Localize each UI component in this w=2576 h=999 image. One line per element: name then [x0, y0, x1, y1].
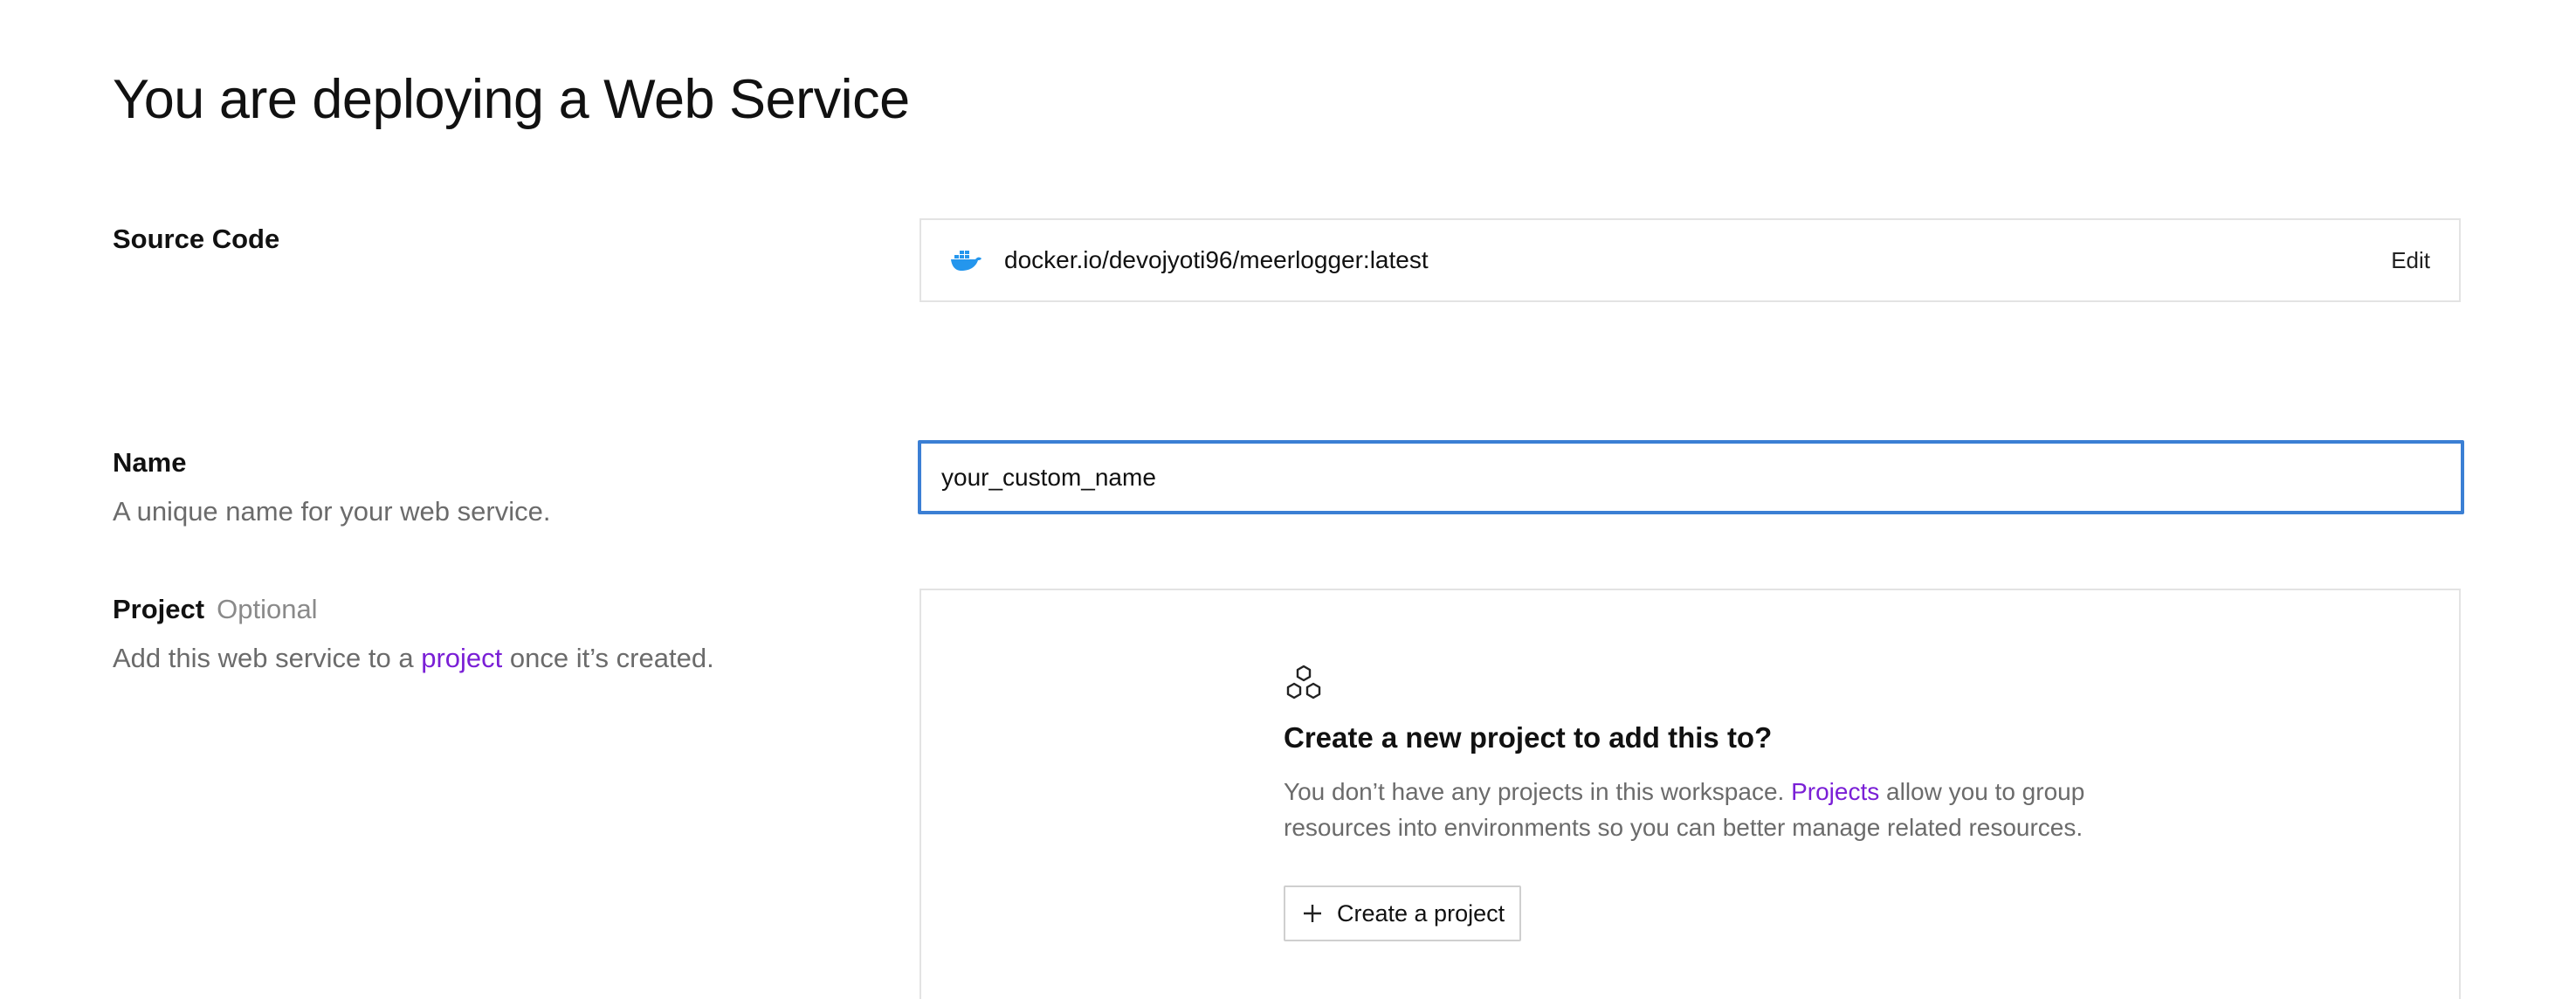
projects-link[interactable]: Projects — [1791, 778, 1879, 805]
page: You are deploying a Web Service Source C… — [0, 0, 2576, 999]
project-description: Add this web service to a project once i… — [113, 643, 714, 674]
optional-tag: Optional — [217, 594, 318, 624]
hexagons-icon — [1284, 664, 2122, 704]
source-code-box: docker.io/devojyoti96/meerlogger:latest … — [920, 218, 2461, 302]
project-label: Project Optional — [113, 594, 318, 625]
project-description-start: Add this web service to a — [113, 643, 422, 673]
project-panel-text: You don’t have any projects in this work… — [1284, 774, 2122, 845]
create-project-button[interactable]: Create a project — [1284, 885, 1522, 941]
source-code-value: docker.io/devojyoti96/meerlogger:latest — [1004, 246, 1429, 273]
project-link[interactable]: project — [421, 643, 502, 673]
name-description: A unique name for your web service. — [113, 496, 551, 527]
plus-icon — [1302, 903, 1323, 924]
name-input[interactable] — [918, 440, 2464, 514]
page-title: You are deploying a Web Service — [113, 69, 910, 130]
docker-icon — [950, 248, 983, 272]
project-panel-title: Create a new project to add this to? — [1284, 721, 1773, 754]
project-panel: Create a new project to add this to? You… — [920, 589, 2461, 999]
project-panel-text-start: You don’t have any projects in this work… — [1284, 778, 1792, 805]
edit-source-button[interactable]: Edit — [2391, 247, 2430, 274]
source-code-label: Source Code — [113, 224, 280, 254]
project-empty-state: Create a new project to add this to? You… — [1284, 664, 2122, 941]
project-label-text: Project — [113, 594, 205, 624]
name-label: Name — [113, 447, 187, 478]
create-project-label: Create a project — [1337, 899, 1505, 927]
project-description-end: once it’s created. — [502, 643, 714, 673]
